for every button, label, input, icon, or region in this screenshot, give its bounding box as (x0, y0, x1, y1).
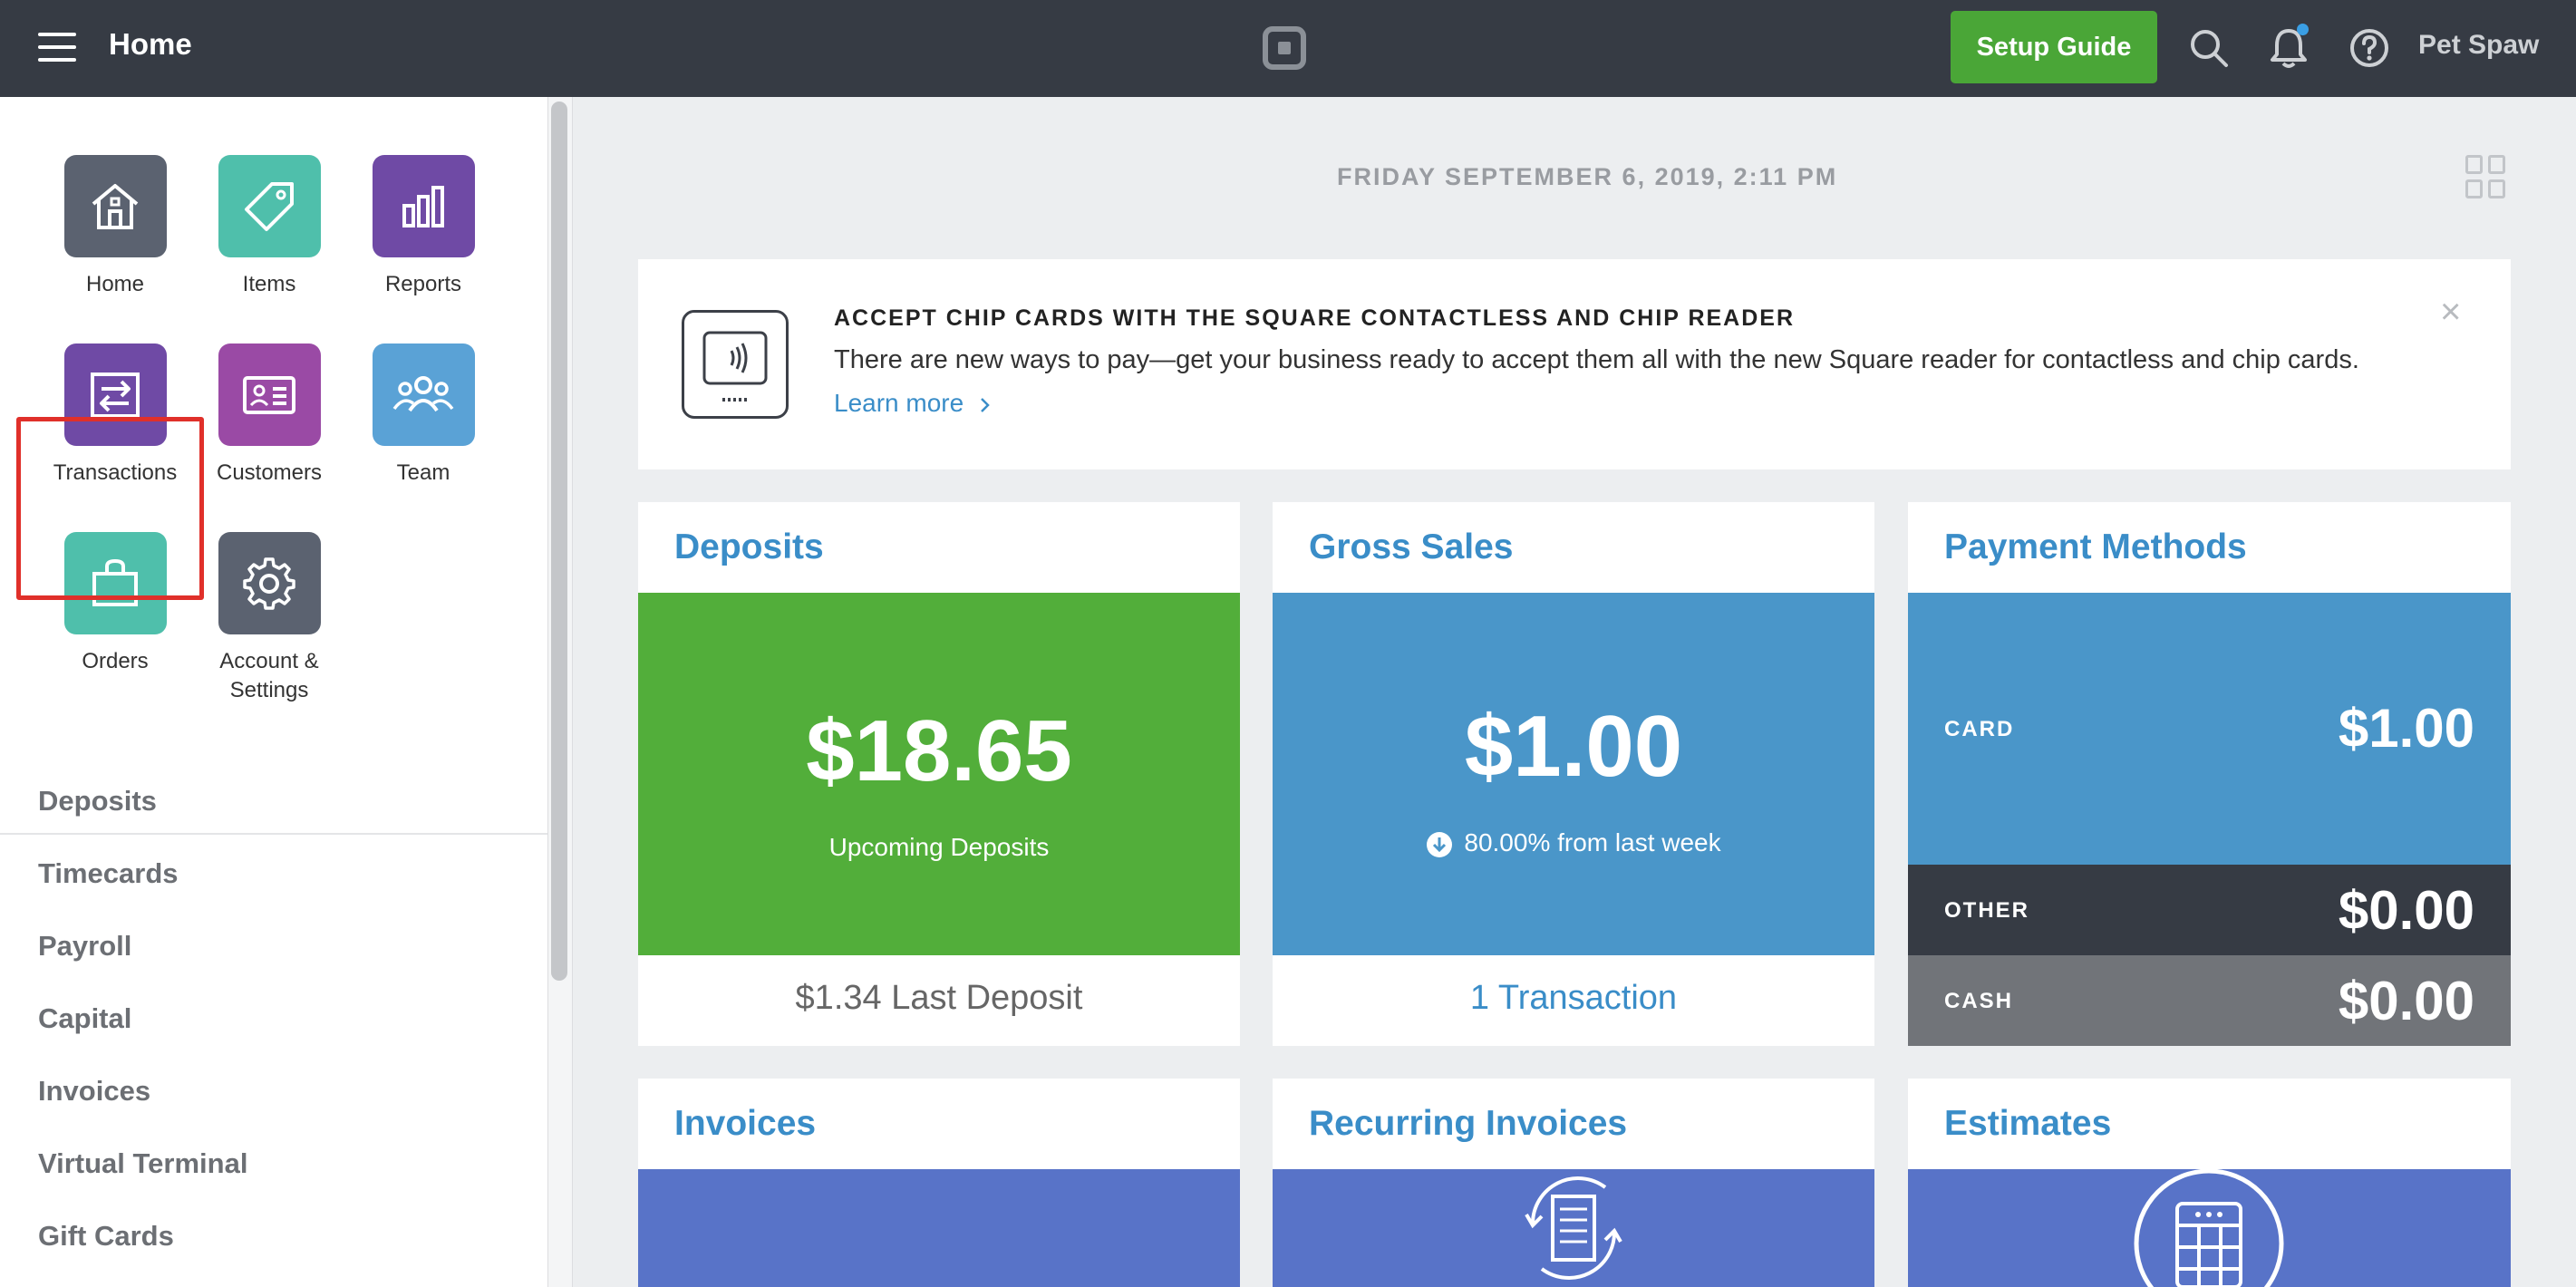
learn-more-label: Learn more (834, 389, 964, 417)
payment-row-card: CARD $1.00 (1908, 593, 2511, 865)
app-settings-label-line2: Settings (229, 678, 309, 702)
sidebar-link-deposits[interactable]: Deposits (38, 785, 157, 818)
estimates-panel (1908, 1169, 2511, 1287)
gross-sales-amount: $1.00 (1464, 698, 1683, 795)
sidebar-divider (0, 833, 547, 835)
gross-sales-card[interactable]: Gross Sales $1.00 80.00% from last week … (1273, 502, 1874, 1046)
people-icon (392, 375, 454, 411)
chevron-right-icon (981, 397, 990, 412)
promo-banner: ACCEPT CHIP CARDS WITH THE SQUARE CONTAC… (638, 259, 2511, 469)
gear-icon (243, 556, 295, 610)
app-customers-icon-bg (218, 344, 321, 446)
page-title: Home (109, 27, 192, 61)
invoices-card[interactable]: Invoices (638, 1079, 1240, 1287)
tag-icon (245, 181, 294, 231)
last-deposit: $1.34 Last Deposit (795, 979, 1083, 1017)
app-reports[interactable]: Reports (346, 155, 500, 336)
app-team[interactable]: Team (346, 344, 500, 525)
contact-card-icon (243, 375, 295, 414)
gross-sales-change-text: 80.00% from last week (1464, 828, 1721, 856)
other-label: OTHER (1944, 898, 2029, 923)
recurring-invoice-icon (1525, 1176, 1622, 1280)
deposits-panel: $18.65 Upcoming Deposits (638, 593, 1240, 955)
close-icon[interactable]: × (2440, 294, 2461, 330)
notifications-button[interactable] (2266, 24, 2311, 71)
estimates-title: Estimates (1944, 1104, 2112, 1143)
app-home[interactable]: Home (38, 155, 192, 336)
square-logo-icon[interactable] (1263, 26, 1306, 70)
user-name[interactable]: Pet Spaw (2418, 30, 2539, 61)
banner-body: There are new ways to pay—get your busin… (834, 345, 2359, 374)
grid-icon-cell (2488, 155, 2505, 174)
gross-sales-change: 80.00% from last week (1273, 828, 1874, 858)
date-time: FRIDAY SEPTEMBER 6, 2019, 2:11 PM (1337, 163, 1838, 190)
top-bar: Home Setup Guide Pet Spaw (0, 0, 2576, 97)
help-icon[interactable] (2347, 25, 2392, 71)
notification-dot (2297, 24, 2309, 35)
sidebar-link-invoices[interactable]: Invoices (38, 1075, 150, 1108)
transaction-count-link[interactable]: 1 Transaction (1273, 979, 1874, 1018)
sidebar-link-capital[interactable]: Capital (38, 1002, 131, 1035)
app-settings-icon-bg (218, 532, 321, 634)
sidebar-scrollbar-thumb[interactable] (551, 102, 567, 981)
cash-label: CASH (1944, 989, 2014, 1013)
invoices-panel (638, 1169, 1240, 1287)
payment-methods-title: Payment Methods (1944, 527, 2247, 566)
estimates-card[interactable]: Estimates (1908, 1079, 2511, 1287)
app-team-icon-bg (372, 344, 475, 446)
payment-row-other: OTHER $0.00 (1908, 865, 2511, 955)
payment-row-cash: CASH $0.00 (1908, 955, 2511, 1046)
bar-chart-icon (402, 185, 444, 227)
recurring-invoices-panel (1273, 1169, 1874, 1287)
grid-icon-cell (2488, 179, 2505, 198)
setup-guide-button[interactable]: Setup Guide (1951, 11, 2157, 83)
sidebar: Home Items Reports Transactions Customer… (0, 97, 547, 1287)
sidebar-link-timecards[interactable]: Timecards (38, 857, 179, 890)
payment-methods-card[interactable]: Payment Methods CARD $1.00 OTHER $0.00 C… (1908, 502, 2511, 1046)
house-icon (92, 183, 139, 229)
app-customers-label: Customers (216, 460, 323, 485)
card-reader-icon (682, 310, 789, 419)
dashboard-layout-button[interactable] (2465, 155, 2507, 200)
recurring-invoices-title: Recurring Invoices (1309, 1104, 1628, 1143)
deposits-amount: $18.65 (806, 702, 1072, 799)
deposits-card[interactable]: Deposits $18.65 Upcoming Deposits $1.34 … (638, 502, 1240, 1046)
app-reports-icon-bg (372, 155, 475, 257)
app-items-icon-bg (218, 155, 321, 257)
learn-more-link[interactable]: Learn more (834, 389, 993, 418)
grid-icon-cell (2465, 179, 2483, 198)
sidebar-link-virtual-terminal[interactable]: Virtual Terminal (38, 1147, 247, 1180)
menu-icon[interactable] (38, 33, 76, 62)
transactions-highlight (16, 417, 204, 600)
app-orders-label: Orders (82, 649, 149, 673)
app-customers[interactable]: Customers (192, 344, 346, 525)
deposits-subtitle: Upcoming Deposits (828, 833, 1050, 861)
card-label: CARD (1944, 717, 2015, 741)
app-home-label: Home (85, 272, 145, 296)
estimate-calculator-icon (2134, 1169, 2284, 1287)
invoices-title: Invoices (674, 1104, 817, 1143)
other-value: $0.00 (2338, 880, 2474, 941)
deposits-title: Deposits (674, 527, 824, 566)
app-items-label: Items (242, 272, 296, 296)
app-items[interactable]: Items (192, 155, 346, 336)
app-account-settings[interactable]: Account & Settings (192, 532, 346, 713)
app-reports-label: Reports (384, 272, 462, 296)
grid-icon (2465, 155, 2483, 174)
search-icon[interactable] (2186, 25, 2232, 71)
app-home-icon-bg (63, 155, 167, 257)
app-team-label: Team (396, 460, 450, 485)
transfer-arrows-icon (91, 372, 140, 418)
card-value: $1.00 (2338, 698, 2474, 759)
cash-value: $0.00 (2338, 971, 2474, 1031)
sidebar-link-payroll[interactable]: Payroll (38, 930, 131, 963)
gross-sales-title: Gross Sales (1309, 527, 1514, 566)
gross-sales-panel: $1.00 80.00% from last week (1273, 593, 1874, 955)
recurring-invoices-card[interactable]: Recurring Invoices (1273, 1079, 1874, 1287)
down-arrow-icon (1427, 831, 1453, 857)
banner-title: ACCEPT CHIP CARDS WITH THE SQUARE CONTAC… (834, 305, 1796, 331)
sidebar-link-gift-cards[interactable]: Gift Cards (38, 1220, 174, 1253)
app-settings-label: Account & (219, 649, 319, 673)
